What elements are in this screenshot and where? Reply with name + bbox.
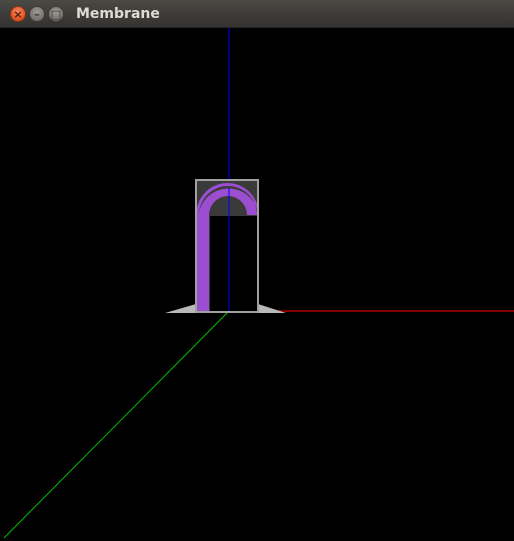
- minimize-icon: –: [34, 7, 40, 21]
- maximize-icon: □: [50, 7, 62, 21]
- window-title: Membrane: [76, 6, 160, 22]
- app-window: × – □ Membrane: [0, 0, 514, 541]
- minimize-button[interactable]: –: [29, 6, 45, 22]
- membrane-interior: [210, 216, 257, 311]
- z-axis-line: [3, 310, 230, 539]
- close-icon: ×: [13, 7, 23, 21]
- membrane-base-left: [165, 304, 196, 313]
- scene-canvas: [3, 28, 514, 539]
- membrane-base-right: [258, 304, 286, 313]
- title-bar[interactable]: × – □ Membrane: [0, 0, 514, 28]
- maximize-button[interactable]: □: [48, 6, 64, 22]
- close-button[interactable]: ×: [10, 6, 26, 22]
- gl-viewport[interactable]: [0, 28, 514, 541]
